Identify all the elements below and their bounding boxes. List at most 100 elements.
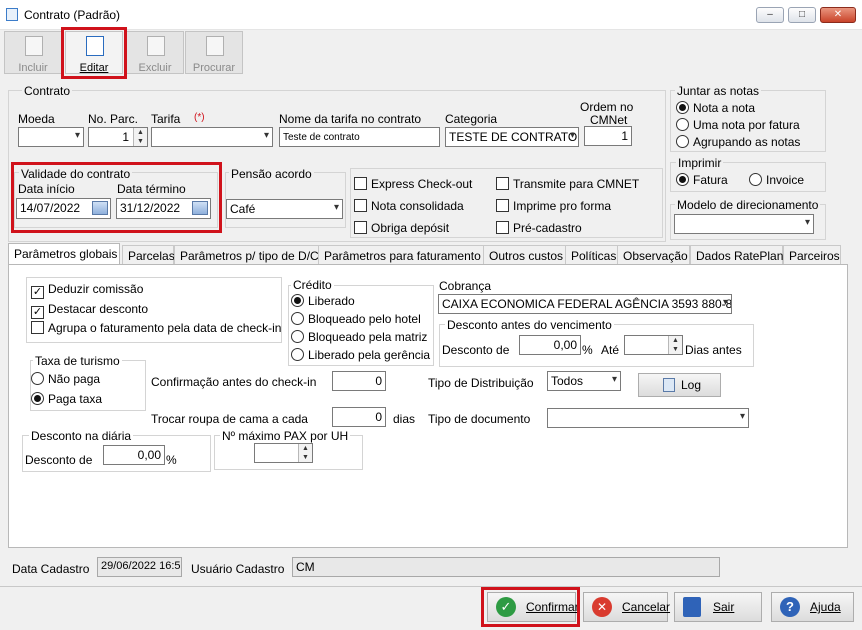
categoria-label: Categoria: [445, 112, 498, 126]
tab-faturamento[interactable]: Parâmetros para faturamento: [318, 245, 485, 265]
tipo-doc-label: Tipo de documento: [428, 412, 531, 426]
imprime-checkbox[interactable]: Imprime pro forma: [496, 199, 611, 213]
tab-parceiros[interactable]: Parceiros: [783, 245, 841, 265]
turismo-paga-taxa[interactable]: Paga taxa: [31, 392, 102, 406]
no-parc-stepper[interactable]: 1 ▲ ▼: [88, 127, 148, 147]
tab-dados-rateplan[interactable]: Dados RatePlan: [690, 245, 783, 265]
modelo-select[interactable]: ▾: [674, 214, 814, 234]
credito-liberado[interactable]: Liberado: [291, 294, 355, 308]
credito-bloqueado-matriz[interactable]: Bloqueado pela matriz: [291, 330, 427, 344]
tarifa-select[interactable]: ▾: [151, 127, 273, 147]
ajuda-button[interactable]: ? Ajuda: [771, 592, 854, 622]
tipo-doc-select[interactable]: ▾: [547, 408, 749, 428]
tipo-dist-select[interactable]: Todos ▾: [547, 371, 621, 391]
tab-tipo-dc[interactable]: Parâmetros p/ tipo de D/C: [174, 245, 320, 265]
ajuda-label: Ajuda: [810, 600, 841, 614]
tab-outros-custos[interactable]: Outros custos: [483, 245, 567, 265]
ate-stepper[interactable]: ▲ ▼: [624, 335, 683, 355]
usuario-cadastro-value: CM: [292, 557, 720, 577]
sair-button[interactable]: Sair: [674, 592, 762, 622]
trocar-input[interactable]: 0: [332, 407, 386, 427]
chevron-down-icon: ▾: [804, 217, 810, 228]
desc-venc-title: Desconto antes do vencimento: [445, 318, 614, 332]
data-cadastro-label: Data Cadastro: [12, 562, 90, 576]
x-icon: ✕: [592, 597, 612, 617]
desc-diaria-pct: %: [166, 453, 177, 467]
desc-venc-label: Desconto de: [442, 343, 510, 357]
log-label: Log: [681, 378, 702, 392]
agrupa-checkbox[interactable]: Agrupa o faturamento pela data de check-…: [31, 321, 281, 335]
desc-diaria-input[interactable]: 0,00: [103, 445, 165, 465]
deduzir-checkbox[interactable]: ✓ Deduzir comissão: [31, 282, 143, 299]
nome-tarifa-input[interactable]: Teste de contrato: [279, 127, 440, 147]
modelo-title: Modelo de direcionamento: [675, 198, 821, 212]
spinner-icon[interactable]: ▲ ▼: [133, 128, 147, 146]
moeda-label: Moeda: [18, 112, 55, 126]
tab-politicas[interactable]: Políticas: [565, 245, 619, 265]
chevron-down-icon: ▾: [722, 297, 728, 308]
tab-parcelas[interactable]: Parcelas: [122, 245, 175, 265]
confirmacao-label: Confirmação antes do check-in: [151, 375, 317, 389]
imprimir-fatura-radio[interactable]: Fatura: [676, 173, 728, 187]
moeda-select[interactable]: ▾: [18, 127, 84, 147]
tab-parametros-globais[interactable]: Parâmetros globais: [8, 243, 120, 265]
chevron-down-icon: ▾: [333, 202, 339, 213]
destacar-checkbox[interactable]: ✓ Destacar desconto: [31, 302, 148, 319]
tab-panel-globais: ✓ Deduzir comissão ✓ Destacar desconto Agr…: [8, 264, 848, 548]
credito-liberado-gerencia[interactable]: Liberado pela gerência: [291, 348, 430, 362]
highlight-editar: [61, 27, 127, 79]
chevron-down-icon: ▾: [569, 130, 575, 141]
nome-tarifa-label: Nome da tarifa no contrato: [279, 112, 422, 126]
credito-bloqueado-hotel[interactable]: Bloqueado pelo hotel: [291, 312, 421, 326]
credito-title: Crédito: [291, 278, 334, 292]
max-pax-stepper[interactable]: ▲ ▼: [254, 443, 313, 463]
desc-diaria-title: Desconto na diária: [29, 429, 134, 443]
cancelar-button[interactable]: ✕ Cancelar: [583, 592, 670, 622]
spinner-icon[interactable]: ▲ ▼: [298, 444, 312, 462]
highlight-confirmar: [481, 587, 580, 627]
pre-cadastro-checkbox[interactable]: Pré-cadastro: [496, 221, 582, 235]
cobranca-select[interactable]: CAIXA ECONOMICA FEDERAL AGÊNCIA 3593 880…: [438, 294, 732, 314]
title-bar: Contrato (Padrão) – □ ✕: [0, 0, 862, 30]
log-button[interactable]: Log: [638, 373, 721, 397]
juntar-agrupando[interactable]: Agrupando as notas: [676, 135, 800, 149]
ordem-input[interactable]: 1: [584, 126, 632, 146]
dias-label: dias: [393, 412, 416, 426]
chevron-down-icon: ▾: [263, 130, 269, 141]
log-icon: [663, 378, 675, 392]
transmite-checkbox[interactable]: Transmite para CMNET: [496, 177, 639, 191]
max-pax-title: Nº máximo PAX por UH: [220, 429, 351, 443]
procurar-label: Procurar: [192, 62, 236, 74]
minimize-icon[interactable]: –: [756, 7, 784, 23]
maximize-icon[interactable]: □: [788, 7, 816, 23]
pensao-label: Pensão acordo: [229, 167, 314, 181]
spinner-icon[interactable]: ▲ ▼: [668, 336, 682, 354]
ordem-label-2: CMNet: [590, 113, 628, 127]
nota-consolidada-checkbox[interactable]: Nota consolidada: [354, 199, 464, 213]
help-icon: ?: [780, 597, 800, 617]
pensao-select[interactable]: Café ▾: [226, 199, 343, 219]
ordem-label: Ordem no: [580, 100, 634, 114]
confirmacao-input[interactable]: 0: [332, 371, 386, 391]
categoria-select[interactable]: TESTE DE CONTRATO ▾: [445, 127, 579, 147]
search-icon: [206, 36, 224, 56]
procurar-button[interactable]: Procurar: [185, 31, 243, 74]
juntar-uma-nota[interactable]: Uma nota por fatura: [676, 118, 800, 132]
imprimir-invoice-radio[interactable]: Invoice: [749, 173, 804, 187]
incluir-label: Incluir: [18, 62, 48, 74]
no-parc-label: No. Parc.: [88, 112, 139, 126]
turismo-nao-paga[interactable]: Não paga: [31, 372, 100, 386]
obriga-deposit-checkbox[interactable]: Obriga depósit: [354, 221, 449, 235]
juntar-nota-a-nota[interactable]: Nota a nota: [676, 101, 755, 115]
tab-observacao[interactable]: Observação: [617, 245, 690, 265]
contrato-title: Contrato: [22, 84, 73, 98]
cobranca-label: Cobrança: [439, 279, 492, 293]
window-title: Contrato (Padrão): [24, 8, 121, 22]
desc-venc-pct: %: [582, 343, 593, 357]
desc-venc-input[interactable]: 0,00: [519, 335, 581, 355]
excluir-button[interactable]: Excluir: [126, 31, 184, 74]
divider: [0, 586, 862, 587]
express-checkbox[interactable]: Express Check-out: [354, 177, 472, 191]
incluir-button[interactable]: Incluir: [4, 31, 62, 74]
close-icon[interactable]: ✕: [820, 7, 856, 23]
